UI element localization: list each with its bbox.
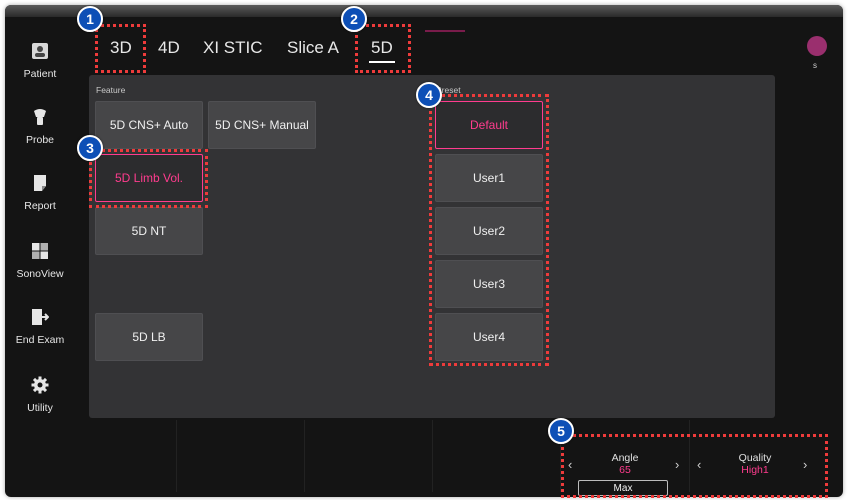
tab-xi-stic[interactable]: XI STIC (203, 38, 263, 58)
annotation-box-5 (561, 434, 828, 498)
sidebar-item-patient[interactable]: Patient (0, 42, 80, 82)
annotation-badge-2: 2 (341, 6, 367, 32)
tab-accent-line (425, 30, 465, 32)
end-exam-icon (32, 309, 49, 325)
sidebar-item-label: End Exam (15, 334, 65, 346)
bottom-bar-cell (433, 420, 561, 492)
annotation-badge-3: 3 (77, 135, 103, 161)
sidebar-item-utility[interactable]: Utility (0, 376, 80, 416)
sidebar-item-report[interactable]: Report (0, 174, 80, 214)
bottom-bar-cell (48, 420, 177, 492)
annotation-badge-5: 5 (548, 418, 574, 444)
avatar-label: s (813, 61, 817, 70)
annotation-box-4 (429, 94, 549, 366)
sidebar-item-sonoview[interactable]: SonoView (0, 242, 80, 282)
annotation-box-2 (355, 24, 411, 73)
annotation-box-3 (89, 149, 208, 208)
annotation-badge-4: 4 (416, 82, 442, 108)
sidebar-item-end-exam[interactable]: End Exam (0, 308, 80, 348)
feature-5d-nt-button[interactable]: 5D NT (95, 207, 203, 255)
annotation-box-1 (95, 24, 146, 73)
feature-5d-lb-button[interactable]: 5D LB (95, 313, 203, 361)
tab-4d[interactable]: 4D (158, 38, 180, 58)
sidebar-item-label: Utility (27, 402, 53, 414)
feature-section-label: Feature (96, 85, 126, 95)
gear-icon (31, 376, 49, 394)
bottom-bar-cell (177, 420, 305, 492)
annotation-badge-1: 1 (77, 6, 103, 32)
top-bezel (5, 5, 843, 17)
report-icon (34, 175, 46, 191)
avatar[interactable] (807, 36, 827, 56)
bottom-bar-cell (305, 420, 433, 492)
probe-icon (34, 109, 46, 125)
sonoview-icon (32, 243, 48, 259)
sidebar-item-label: Report (24, 200, 56, 212)
tab-slice-a[interactable]: Slice A (287, 38, 339, 58)
patient-icon (32, 43, 48, 59)
sidebar-item-probe[interactable]: Probe (0, 108, 80, 148)
feature-5d-cns-auto-button[interactable]: 5D CNS+ Auto (95, 101, 203, 149)
feature-5d-cns-manual-button[interactable]: 5D CNS+ Manual (208, 101, 316, 149)
sidebar-item-label: Probe (25, 134, 55, 146)
sidebar-item-label: SonoView (16, 268, 64, 280)
sidebar-item-label: Patient (23, 68, 57, 80)
